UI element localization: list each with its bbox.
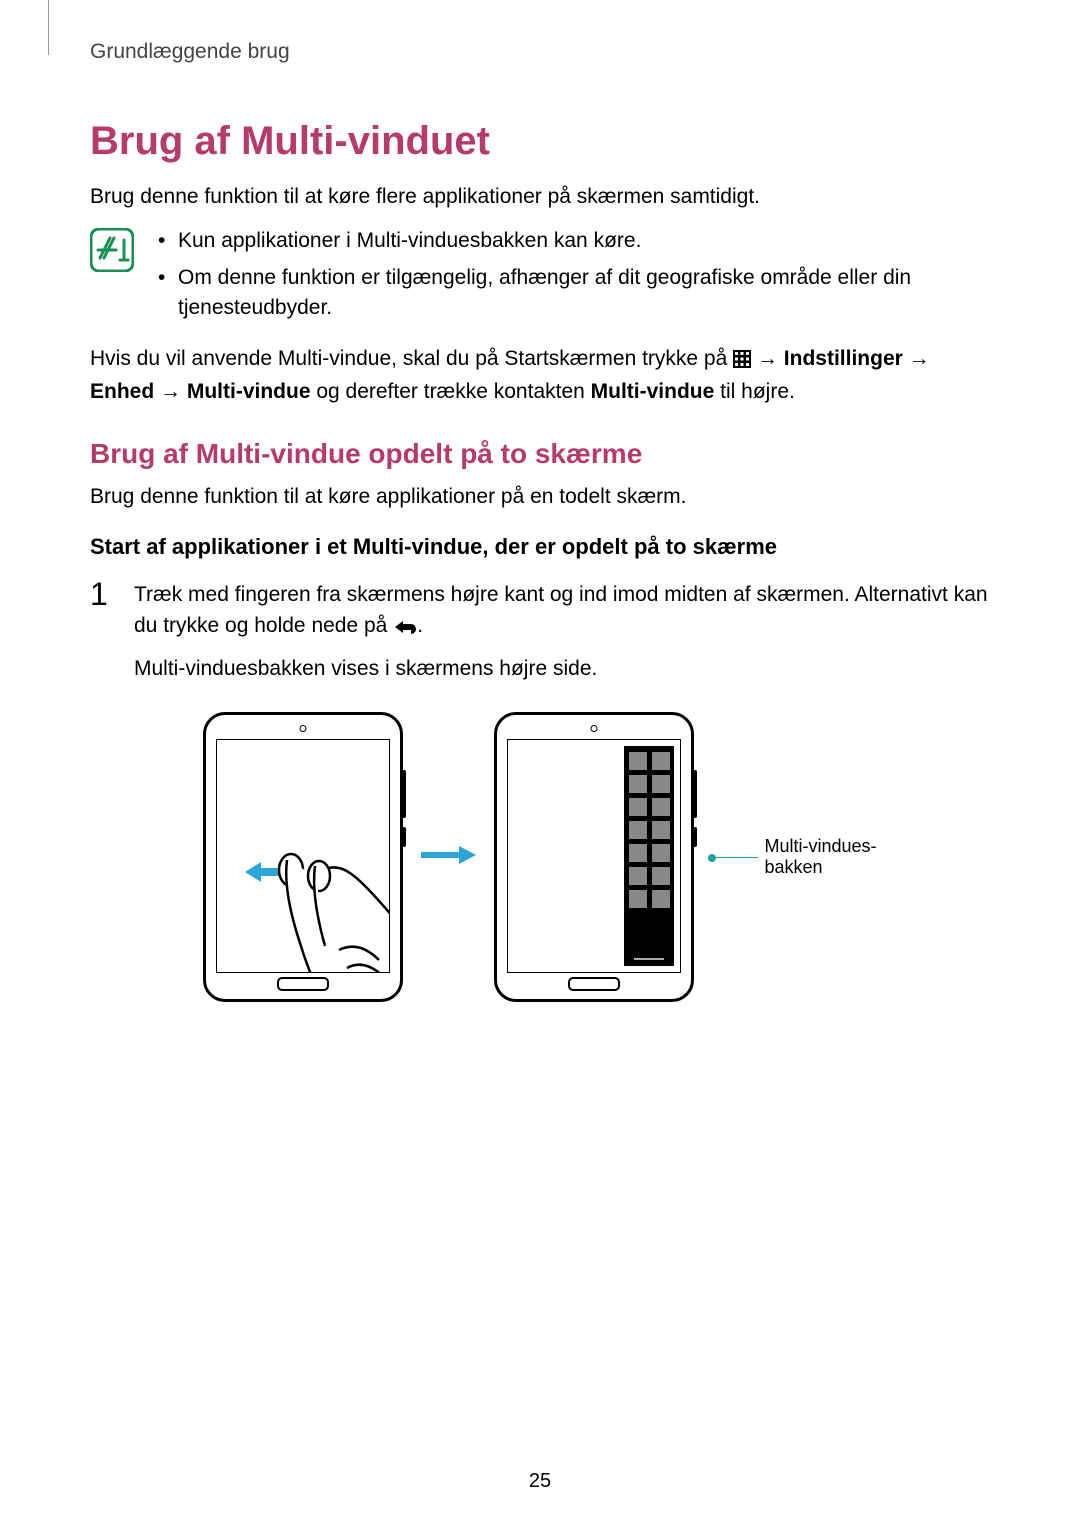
note-item-2: Om denne funktion er tilgængelig, afhæng… [152, 263, 990, 324]
step-number: 1 [90, 578, 134, 610]
page-number: 25 [0, 1470, 1080, 1493]
callout-leader-line [712, 857, 758, 858]
note-block: Kun applikationer i Multi-vinduesbakken … [90, 226, 990, 329]
figure-row: Multi-vindues- bakken [90, 712, 990, 1002]
section-heading: Brug af Multi-vindue opdelt på to skærme [90, 438, 990, 470]
note-icon [90, 228, 134, 272]
step-text-2: Multi-vinduesbakken vises i skærmens høj… [134, 654, 990, 684]
intro-paragraph: Brug denne funktion til at køre flere ap… [90, 182, 990, 212]
arrow-right-icon [421, 844, 476, 871]
step-1: 1 Træk med fingeren fra skærmens højre k… [90, 580, 990, 694]
page-title: Brug af Multi-vinduet [90, 119, 990, 164]
figure-callout: Multi-vindues- bakken [712, 836, 876, 879]
text-segment: Træk med fingeren fra skærmens højre kan… [134, 583, 988, 636]
text-segment: → [903, 347, 930, 370]
text-bold: Enhed [90, 380, 154, 403]
multi-window-tray [624, 746, 674, 966]
text-bold: Multi-vindue [591, 380, 715, 403]
apps-grid-icon [733, 347, 751, 377]
left-margin-rule [48, 0, 49, 55]
figure-tablet-swipe [203, 712, 403, 1002]
text-segment: → [751, 347, 784, 370]
figure-tablet-tray [494, 712, 694, 1002]
text-segment: → [154, 380, 187, 403]
text-bold: Multi-vindue [187, 380, 311, 403]
text-segment: til højre. [714, 380, 795, 403]
text-segment: . [417, 614, 423, 637]
text-bold: Indstillinger [784, 347, 903, 370]
instruction-paragraph: Hvis du vil anvende Multi-vindue, skal d… [90, 344, 990, 408]
text-segment: og derefter trække kontakten [311, 380, 591, 403]
text-segment: Hvis du vil anvende Multi-vindue, skal d… [90, 347, 733, 370]
back-icon [393, 614, 417, 644]
step-text-1: Træk med fingeren fra skærmens højre kan… [134, 580, 990, 644]
section-intro: Brug denne funktion til at køre applikat… [90, 482, 990, 512]
hand-gesture-icon [269, 830, 390, 973]
running-head: Grundlæggende brug [90, 40, 990, 64]
note-item-1: Kun applikationer i Multi-vinduesbakken … [152, 226, 990, 256]
callout-label: Multi-vindues- bakken [764, 836, 876, 879]
subsection-heading: Start af applikationer i et Multi-vindue… [90, 534, 990, 560]
